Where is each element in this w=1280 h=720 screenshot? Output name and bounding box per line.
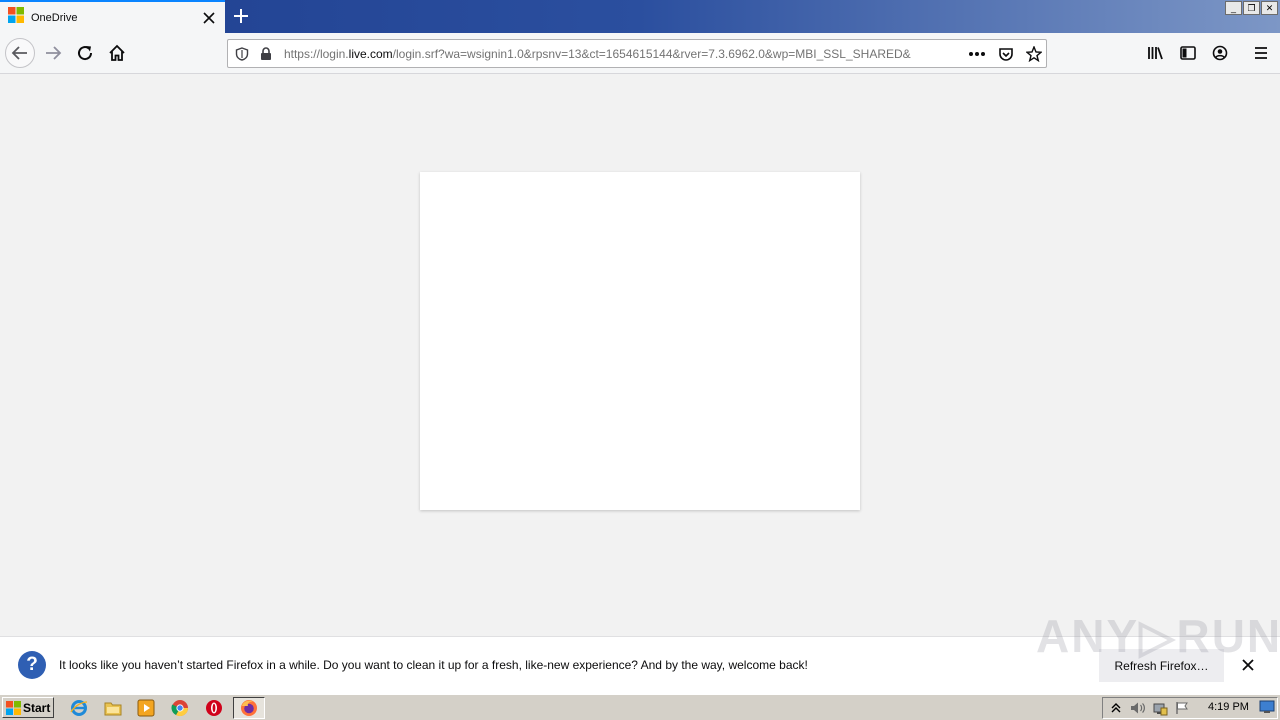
close-window-button[interactable]: ✕ — [1261, 1, 1278, 15]
url-prefix: https://login. — [283, 46, 349, 61]
opera-icon[interactable] — [204, 698, 224, 718]
notification-close-icon[interactable] — [1238, 655, 1258, 675]
url-bar[interactable]: https://login.live.com/login.srf?wa=wsig… — [227, 39, 1047, 68]
windows-logo-icon — [6, 700, 21, 715]
library-button[interactable] — [1141, 38, 1171, 68]
reload-button[interactable] — [70, 38, 100, 68]
forward-arrow-icon — [46, 46, 62, 60]
lock-icon[interactable] — [254, 42, 278, 66]
account-icon — [1212, 45, 1228, 61]
file-explorer-icon[interactable] — [103, 698, 123, 718]
taskbar-clock[interactable]: 4:19 PM — [1208, 701, 1249, 713]
login-card — [420, 172, 860, 510]
volume-icon[interactable] — [1129, 699, 1147, 717]
question-icon: ? — [18, 651, 46, 679]
show-hidden-icons-icon[interactable] — [1107, 699, 1125, 717]
restore-button[interactable]: ❐ — [1243, 1, 1260, 15]
menu-button[interactable] — [1246, 38, 1276, 68]
notification-bar: ? It looks like you haven’t started Fire… — [0, 636, 1280, 694]
pocket-icon[interactable] — [994, 42, 1018, 66]
system-tray — [1102, 697, 1278, 719]
notification-message: It looks like you haven’t started Firefo… — [59, 658, 808, 672]
chrome-icon[interactable] — [170, 698, 190, 718]
microsoft-logo-icon — [8, 7, 24, 28]
start-button[interactable]: Start — [2, 697, 54, 718]
refresh-firefox-button[interactable]: Refresh Firefox… — [1099, 649, 1224, 682]
network-icon[interactable] — [1151, 699, 1169, 717]
taskbar: Start 4:19 PM — [0, 694, 1280, 720]
account-button[interactable] — [1205, 38, 1235, 68]
library-icon — [1148, 47, 1163, 60]
sidebar-icon — [1180, 46, 1196, 60]
tab-strip: OneDrive _ ❐ ✕ — [0, 0, 1280, 33]
firefox-icon — [239, 698, 259, 718]
home-button[interactable] — [102, 38, 132, 68]
minimize-button[interactable]: _ — [1225, 1, 1242, 15]
window-controls: _ ❐ ✕ — [1225, 1, 1278, 15]
sidebar-button[interactable] — [1173, 38, 1203, 68]
home-icon — [109, 44, 125, 61]
back-button[interactable] — [5, 38, 35, 68]
start-label: Start — [23, 700, 51, 715]
page-actions-icon[interactable] — [965, 42, 989, 66]
internet-explorer-icon[interactable] — [69, 698, 89, 718]
new-tab-button[interactable] — [229, 4, 253, 28]
hamburger-menu-icon — [1255, 47, 1267, 59]
navigation-toolbar: https://login.live.com/login.srf?wa=wsig… — [0, 33, 1280, 74]
show-desktop-icon[interactable] — [1259, 700, 1275, 714]
tab-onedrive[interactable]: OneDrive — [0, 0, 225, 33]
browser-window: OneDrive _ ❐ ✕ https://login.live.com/lo… — [0, 0, 1280, 720]
action-center-flag-icon[interactable] — [1173, 699, 1191, 717]
forward-button[interactable] — [38, 38, 68, 68]
tab-title: OneDrive — [31, 11, 78, 24]
media-player-icon[interactable] — [136, 698, 156, 718]
url-path: /login.srf?wa=wsignin1.0&rpsnv=13&ct=165… — [392, 46, 911, 61]
shield-icon[interactable] — [230, 42, 254, 66]
tab-close-icon[interactable] — [199, 8, 219, 28]
url-host: live.com — [348, 46, 393, 61]
reload-icon — [78, 46, 93, 61]
bookmark-star-icon[interactable] — [1022, 42, 1046, 66]
back-arrow-icon — [11, 46, 27, 60]
url-text[interactable]: https://login.live.com/login.srf?wa=wsig… — [284, 47, 959, 61]
page-content — [0, 74, 1280, 636]
